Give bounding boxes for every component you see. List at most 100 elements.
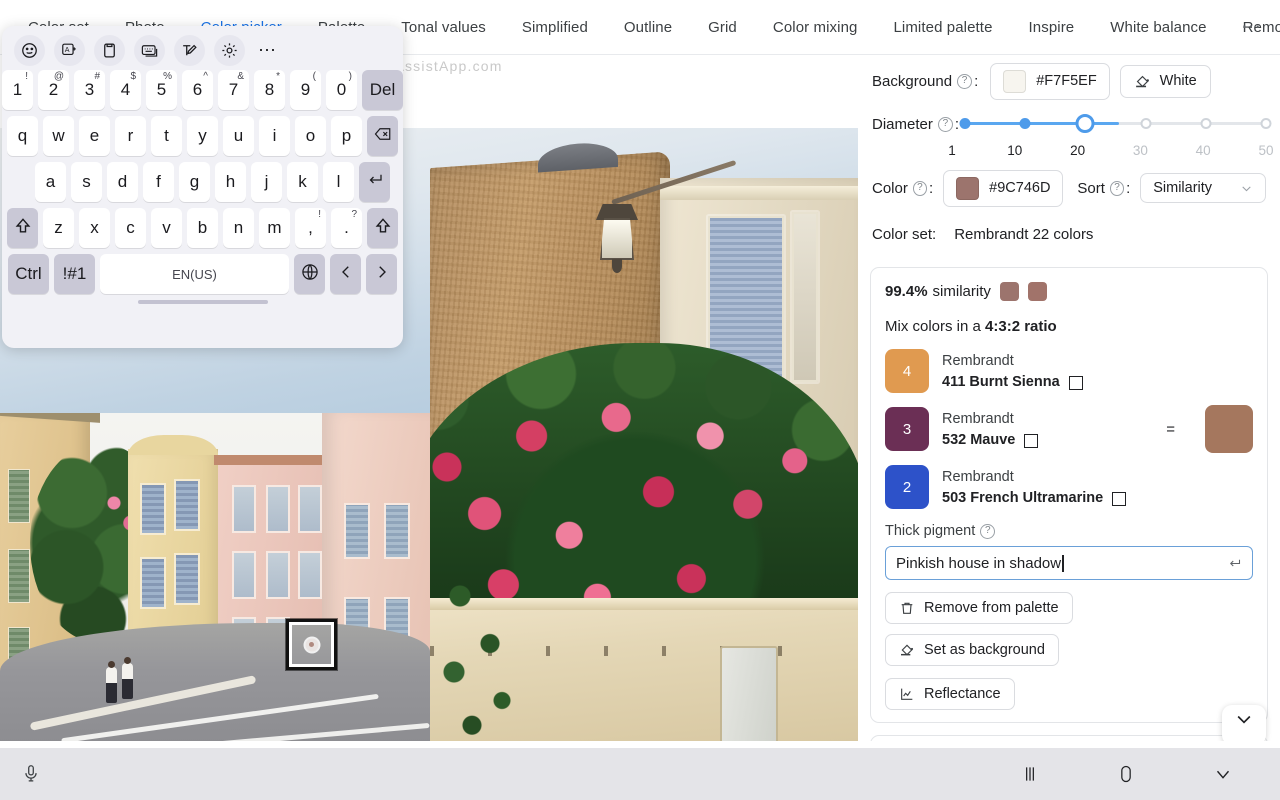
key-a[interactable]: a (35, 162, 66, 202)
diameter-slider[interactable] (959, 111, 1272, 137)
key-shift-icon[interactable] (367, 208, 398, 248)
key-en-us-[interactable]: EN(US) (100, 254, 289, 294)
key-c[interactable]: c (115, 208, 146, 248)
handwriting-icon[interactable] (174, 34, 205, 66)
clipboard-icon[interactable] (94, 34, 125, 66)
diameter-tick-10[interactable] (1019, 118, 1031, 129)
key-7[interactable]: 7 & (218, 70, 249, 110)
key-0[interactable]: 0) (326, 70, 357, 110)
keyboard-drag-handle[interactable] (137, 300, 268, 304)
emoji-icon[interactable] (14, 34, 45, 66)
key-n[interactable]: n (223, 208, 254, 248)
tab-simplified[interactable]: Simplified (504, 0, 606, 55)
remove-from-palette-button[interactable]: Remove from palette (885, 592, 1073, 624)
scroll-down-button[interactable] (1222, 705, 1266, 741)
key-z[interactable]: z (43, 208, 74, 248)
key-p[interactable]: p (331, 116, 362, 156)
home-icon[interactable] (1116, 763, 1136, 785)
paint-checkbox[interactable] (1112, 491, 1127, 506)
key-o[interactable]: o (295, 116, 326, 156)
tab-color-mixing[interactable]: Color mixing (755, 0, 876, 55)
background-white-preset-button[interactable]: White (1119, 64, 1211, 98)
help-icon[interactable]: ? (980, 523, 996, 539)
key-j[interactable]: j (251, 162, 282, 202)
paint-checkbox[interactable] (1024, 433, 1039, 448)
key-del[interactable]: Del (362, 70, 403, 110)
key-e[interactable]: e (79, 116, 110, 156)
key-g[interactable]: g (179, 162, 210, 202)
tab-limited-palette[interactable]: Limited palette (875, 0, 1010, 55)
key-prev-icon[interactable] (330, 254, 361, 294)
set-as-background-button[interactable]: Set as background (885, 634, 1059, 666)
key-w[interactable]: w (43, 116, 74, 156)
color-value-button[interactable]: #9C746D (943, 169, 1064, 207)
key-t[interactable]: t (151, 116, 182, 156)
diameter-tick-50[interactable] (1260, 118, 1272, 129)
key-4[interactable]: 4 $ (110, 70, 141, 110)
virtual-keyboard[interactable]: A ⋯ 1 ! 2 @ 3 # 4 $ 5 % 6 ^ 7 & 8 * 9 (… (2, 26, 403, 348)
tab-inspire[interactable]: Inspire (1011, 0, 1093, 55)
key-x[interactable]: x (79, 208, 110, 248)
help-icon[interactable]: ? (957, 73, 973, 89)
tab-white-balance[interactable]: White balance (1092, 0, 1224, 55)
paint-checkbox[interactable] (1068, 375, 1083, 390)
color-picker-reticle[interactable] (286, 619, 337, 670)
key-8[interactable]: 8 * (254, 70, 285, 110)
topnav-overflow-icon[interactable]: ⋯ (1231, 0, 1272, 55)
enter-key-icon[interactable] (1227, 556, 1242, 571)
key--[interactable]: ,! (295, 208, 326, 248)
key-6[interactable]: 6 ^ (182, 70, 213, 110)
color-set-value[interactable]: Rembrandt 22 colors (954, 226, 1093, 243)
key-u[interactable]: u (223, 116, 254, 156)
diameter-tick-20[interactable] (1075, 114, 1095, 133)
tab-grid[interactable]: Grid (690, 0, 755, 55)
key-f[interactable]: f (143, 162, 174, 202)
key-r[interactable]: r (115, 116, 146, 156)
help-icon[interactable]: ? (912, 180, 927, 196)
key--[interactable]: .? (331, 208, 362, 248)
key-5[interactable]: 5% (146, 70, 177, 110)
key-k[interactable]: k (287, 162, 318, 202)
diameter-tick-30[interactable] (1140, 118, 1152, 129)
paint-row[interactable]: 2 Rembrandt 503 French Ultramarine (885, 465, 1253, 509)
tab-outline[interactable]: Outline (606, 0, 690, 55)
hide-keyboard-icon[interactable] (1212, 763, 1234, 785)
keyboard-mode-icon[interactable] (134, 34, 165, 66)
diameter-tick-1[interactable] (959, 118, 971, 129)
key-shift-icon[interactable] (7, 208, 38, 248)
key-1[interactable]: 1! (2, 70, 33, 110)
diameter-tick-40[interactable] (1200, 118, 1212, 129)
translate-icon[interactable]: A (54, 34, 85, 66)
key-next-icon[interactable] (366, 254, 397, 294)
key-s[interactable]: s (71, 162, 102, 202)
help-icon[interactable]: ? (937, 116, 953, 132)
key-l[interactable]: l (323, 162, 354, 202)
key-backspace-icon[interactable] (367, 116, 398, 156)
note-input[interactable]: Pinkish house in shadow (885, 546, 1253, 580)
key-q[interactable]: q (7, 116, 38, 156)
key-enter-icon[interactable] (359, 162, 390, 202)
key-d[interactable]: d (107, 162, 138, 202)
recents-icon[interactable] (1020, 764, 1040, 784)
key-2[interactable]: 2 @ (38, 70, 69, 110)
key-m[interactable]: m (259, 208, 290, 248)
key-ctrl[interactable]: Ctrl (8, 254, 49, 294)
key-v[interactable]: v (151, 208, 182, 248)
key-b[interactable]: b (187, 208, 218, 248)
key-9[interactable]: 9( (290, 70, 321, 110)
reflectance-button[interactable]: Reflectance (885, 678, 1015, 710)
microphone-icon[interactable] (20, 763, 42, 785)
gear-icon[interactable] (214, 34, 245, 66)
key-i[interactable]: i (259, 116, 290, 156)
keyboard-more-icon[interactable]: ⋯ (254, 40, 277, 61)
help-icon[interactable]: ? (1109, 180, 1125, 196)
key-h[interactable]: h (215, 162, 246, 202)
key--1[interactable]: !#1 (54, 254, 95, 294)
sort-select[interactable]: Similarity (1140, 173, 1266, 203)
paint-row[interactable]: 3 Rembrandt 532 Mauve = (885, 405, 1253, 453)
paint-row[interactable]: 4 Rembrandt 411 Burnt Sienna (885, 349, 1253, 393)
key-globe-icon[interactable] (294, 254, 325, 294)
key-y[interactable]: y (187, 116, 218, 156)
key-3[interactable]: 3 # (74, 70, 105, 110)
background-color-button[interactable]: #F7F5EF (990, 62, 1110, 100)
